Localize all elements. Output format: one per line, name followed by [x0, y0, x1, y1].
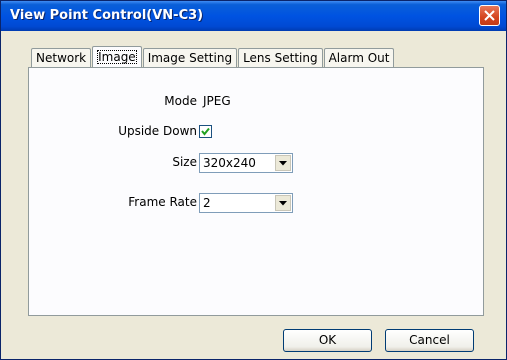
tab-lens-setting[interactable]: Lens Setting [238, 48, 323, 67]
tab-image-setting[interactable]: Image Setting [142, 48, 238, 67]
tab-label: Image [97, 50, 137, 64]
frame-rate-select-value: 2 [203, 196, 211, 210]
frame-rate-select[interactable]: 2 [199, 193, 293, 213]
image-tab-panel: Mode JPEG Upside Down Size 320x240 Frame… [28, 67, 484, 316]
close-button[interactable] [479, 5, 500, 26]
size-select-value: 320x240 [203, 156, 256, 170]
tab-label: Lens Setting [243, 51, 318, 65]
tab-network[interactable]: Network [31, 48, 92, 67]
tab-image[interactable]: Image [92, 46, 142, 67]
size-select[interactable]: 320x240 [199, 153, 293, 173]
size-dropdown-button[interactable] [275, 155, 291, 171]
tab-label: Image Setting [147, 51, 233, 65]
title-bar[interactable]: View Point Control(VN-C3) [1, 1, 506, 31]
cancel-button[interactable]: Cancel [385, 329, 474, 352]
window-title: View Point Control(VN-C3) [10, 8, 204, 23]
size-label: Size [172, 155, 197, 169]
mode-value: JPEG [203, 94, 231, 108]
mode-label: Mode [164, 94, 197, 108]
upside-down-checkbox[interactable] [199, 125, 212, 138]
frame-rate-dropdown-button[interactable] [275, 195, 291, 211]
tab-alarm-out[interactable]: Alarm Out [323, 48, 395, 67]
upside-down-label: Upside Down [118, 124, 197, 138]
tab-label: Network [36, 51, 87, 65]
dialog-window: View Point Control(VN-C3) Network Image … [0, 0, 507, 360]
ok-button[interactable]: OK [283, 329, 372, 352]
frame-rate-label: Frame Rate [128, 195, 197, 209]
tab-strip: Network Image Image Setting Lens Setting… [31, 46, 395, 67]
tab-label: Alarm Out [328, 51, 390, 65]
